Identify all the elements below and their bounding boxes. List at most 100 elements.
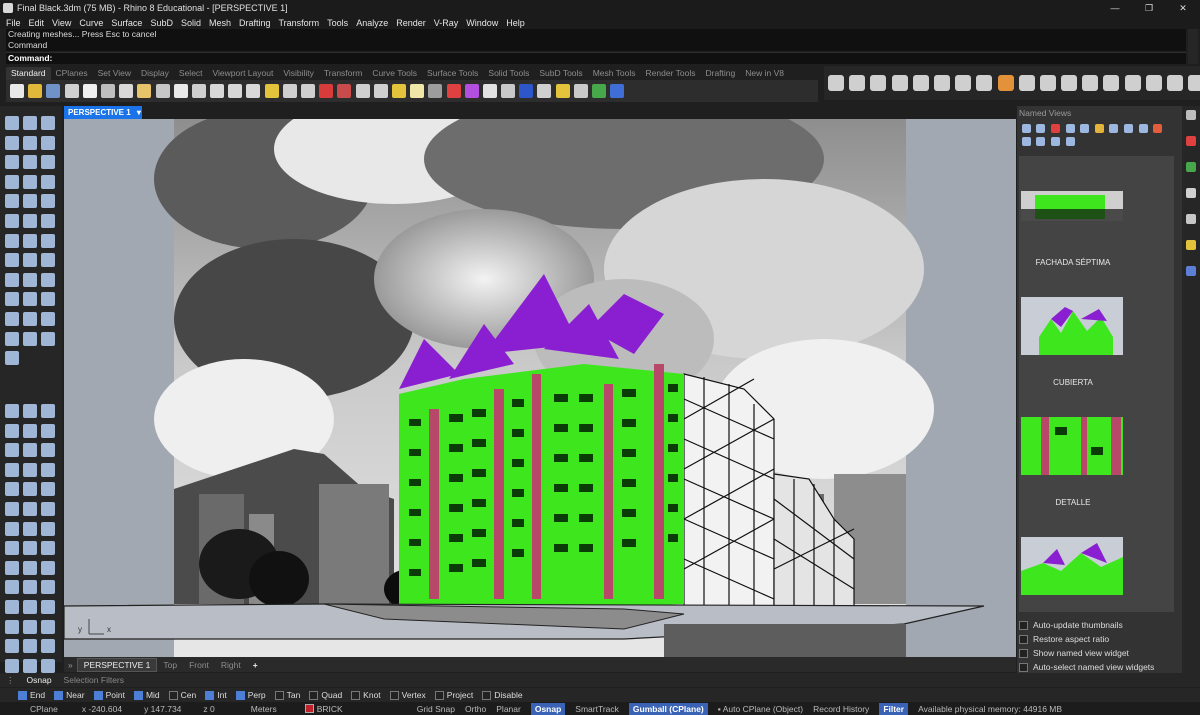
check-icon[interactable] [23,331,37,346]
boolean-icon[interactable] [23,213,37,228]
named-views-tab-icon[interactable] [1186,266,1196,276]
help-icon[interactable] [610,84,625,98]
zoom-selected-icon[interactable] [264,84,279,98]
explode-icon[interactable] [41,213,55,228]
thumbnail-mode-icon[interactable] [1050,137,1060,146]
hide-icon[interactable] [23,580,37,595]
copy-icon[interactable] [119,84,134,98]
mesh-box-icon[interactable] [5,462,19,477]
curvature-icon[interactable] [23,619,37,634]
plane-icon[interactable] [1039,75,1056,91]
subd-sphere-icon[interactable] [23,443,37,458]
checkbox-box[interactable] [274,690,284,700]
maximize-button[interactable]: ❐ [1132,0,1166,16]
viewport-title[interactable]: PERSPECTIVE 1 ▾ [64,106,142,119]
clipper-icon[interactable] [1145,75,1162,91]
lock-object-icon[interactable] [5,580,19,595]
layer-state-icon[interactable] [5,599,19,614]
trim-icon[interactable] [5,233,19,248]
vray-render-icon[interactable] [891,75,908,91]
osnap-tan[interactable]: Tan [274,690,300,700]
car-render-icon[interactable] [319,84,334,98]
checkbox-box[interactable] [18,690,27,700]
menu-file[interactable]: File [6,18,21,28]
subd-cylinder-icon[interactable] [41,443,55,458]
undo-icon[interactable] [155,84,170,98]
display-mode-icon[interactable] [482,84,497,98]
tab-mesh-tools[interactable]: Mesh Tools [588,67,641,80]
cut-icon[interactable] [100,84,115,98]
auto-update-thumbnails-checkbox[interactable]: Auto-update thumbnails [1019,618,1154,632]
osnap-end[interactable]: End [18,690,45,700]
menu-help[interactable]: Help [506,18,525,28]
dimension-icon[interactable] [23,272,37,287]
solid-difference-icon[interactable] [41,404,55,418]
mesh-icon[interactable] [5,213,19,228]
copy-view-icon[interactable] [1138,124,1148,133]
osnap-cen[interactable]: Cen [168,690,196,700]
osnap-vertex[interactable]: Vertex [389,690,426,700]
checkbox-box[interactable] [351,690,361,700]
show-icon[interactable] [41,580,55,595]
tab-solid-tools[interactable]: Solid Tools [483,67,534,80]
tab-standard[interactable]: Standard [6,67,51,80]
subd-box-icon[interactable] [5,443,19,458]
auto-select-widgets-checkbox[interactable]: Auto-select named view widgets [1019,660,1154,674]
view-thumbnail[interactable] [1021,537,1123,595]
gear-icon[interactable] [828,75,844,91]
render-settings-icon[interactable] [573,84,588,98]
tab-top[interactable]: Top [157,660,183,670]
add-viewport-tab-button[interactable]: + [247,660,264,670]
gear-icon[interactable] [1186,110,1196,120]
smarttrack-toggle[interactable]: SmartTrack [575,704,619,714]
lights-tab-icon[interactable] [1186,240,1196,250]
layers-tab-icon[interactable] [1186,162,1196,172]
checkbox-box[interactable] [434,690,444,700]
view-name[interactable]: CUBIERTA [1019,378,1127,387]
viewport-render-icon[interactable] [976,75,993,91]
zebra-icon[interactable] [41,619,55,634]
fillet-curve-icon[interactable] [5,174,19,189]
shell-icon[interactable] [23,423,37,438]
measure-icon[interactable] [5,619,19,634]
cube-icon[interactable] [1018,75,1035,91]
menu-surface[interactable]: Surface [111,18,142,28]
viewport-menu-chevron-down-icon[interactable]: ▾ [137,108,141,117]
scale-icon[interactable] [41,253,55,268]
fur-icon[interactable] [1103,75,1120,91]
perspective-viewport[interactable]: y x [64,119,1016,657]
tab-front[interactable]: Front [183,660,215,670]
teapot-icon[interactable] [912,75,929,91]
array-icon[interactable] [41,292,55,307]
osnap-near[interactable]: Near [54,690,85,700]
zoom-extents-icon[interactable] [246,84,261,98]
arc-icon[interactable] [41,135,55,150]
move-view-icon[interactable] [191,84,206,98]
restore-aspect-ratio-checkbox[interactable]: Restore aspect ratio [1019,632,1154,646]
mesh-sphere-icon[interactable] [23,462,37,477]
checkbox-box[interactable] [1019,620,1028,630]
properties-tab-icon[interactable] [1186,136,1196,146]
four-views-icon[interactable] [301,84,315,98]
grid-snap-toggle[interactable]: Grid Snap [417,704,455,714]
open-file-icon[interactable] [28,84,43,98]
record-history-toggle[interactable]: Record History [813,704,869,714]
project-icon[interactable] [5,541,19,556]
delete-view-icon[interactable] [1050,124,1060,133]
menu-subd[interactable]: SubD [150,18,173,28]
properties-icon[interactable] [82,84,97,98]
osnap-mid[interactable]: Mid [133,690,160,700]
tab-render-tools[interactable]: Render Tools [641,67,701,80]
show-named-view-widget-checkbox[interactable]: Show named view widget [1019,646,1154,660]
tab-curve-tools[interactable]: Curve Tools [367,67,422,80]
print-icon[interactable] [64,84,79,98]
point-object-icon[interactable] [391,84,406,98]
extrude-face-icon[interactable] [5,423,19,438]
menu-window[interactable]: Window [466,18,498,28]
view-thumbnail[interactable] [1021,417,1123,475]
ellipse-icon[interactable] [41,155,55,170]
vray-icon[interactable] [849,75,866,91]
leader-icon[interactable] [41,272,55,287]
tab-visibility[interactable]: Visibility [278,67,319,80]
tab-cplanes[interactable]: CPlanes [51,67,93,80]
